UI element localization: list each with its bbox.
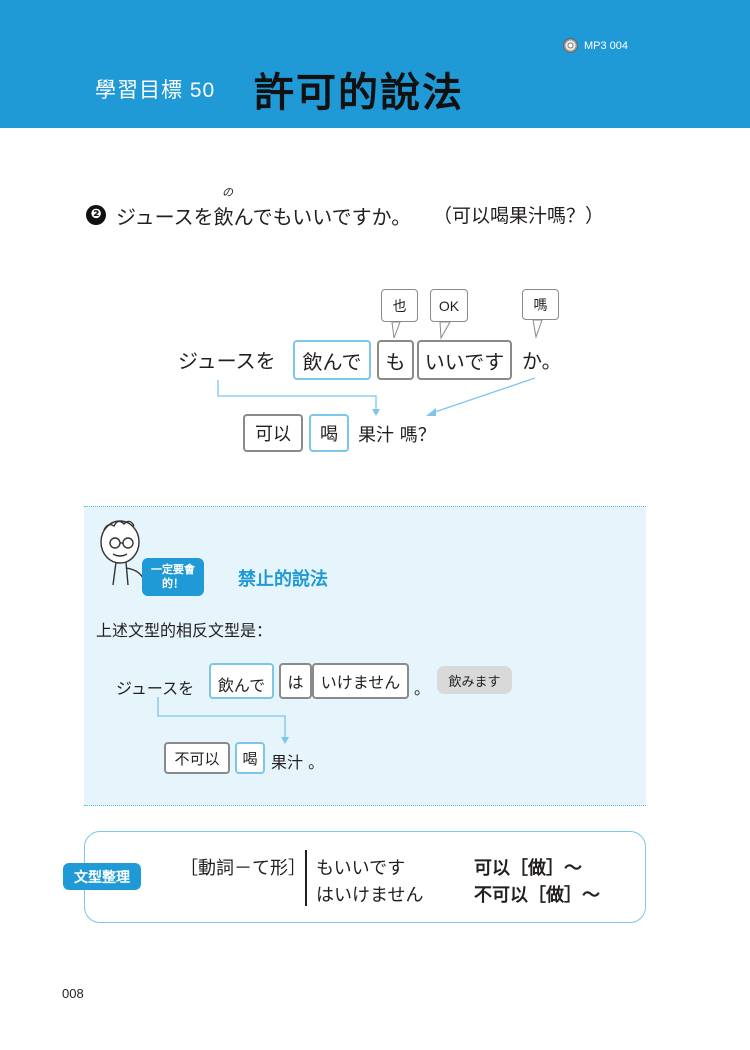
- summary-divider: [305, 850, 307, 906]
- panel-box-nonde: 飲んで: [209, 663, 274, 699]
- must-know-badge: 一定要會的！: [142, 558, 204, 596]
- panel-box-wa: は: [279, 663, 312, 699]
- panel-box-ikemasen: いけません: [312, 663, 409, 699]
- panel-zh-rest: 果汁 。: [271, 753, 325, 772]
- page-number: 008: [62, 986, 84, 1001]
- summary-row1-zh: 可以［做］～: [474, 858, 582, 879]
- summary-row2-jp: はいけません: [316, 885, 424, 906]
- summary-row2-zh: 不可以［做］～: [474, 885, 600, 906]
- summary-row1-jp: もいいです: [316, 858, 406, 879]
- panel-jp-suffix: 。: [414, 679, 431, 698]
- panel-description: 上述文型的相反文型是：: [96, 621, 273, 640]
- panel-zh-box-he: 喝: [235, 742, 265, 774]
- panel-title: 禁止的說法: [238, 569, 328, 590]
- pattern-summary-badge: 文型整理: [63, 863, 141, 890]
- panel-jp-prefix: ジュースを: [116, 679, 195, 698]
- dictionary-form-hint: 飲みます: [437, 666, 512, 694]
- summary-pattern: ［動詞－て形］: [180, 858, 306, 879]
- panel-zh-box-bukeyi: 不可以: [164, 742, 230, 774]
